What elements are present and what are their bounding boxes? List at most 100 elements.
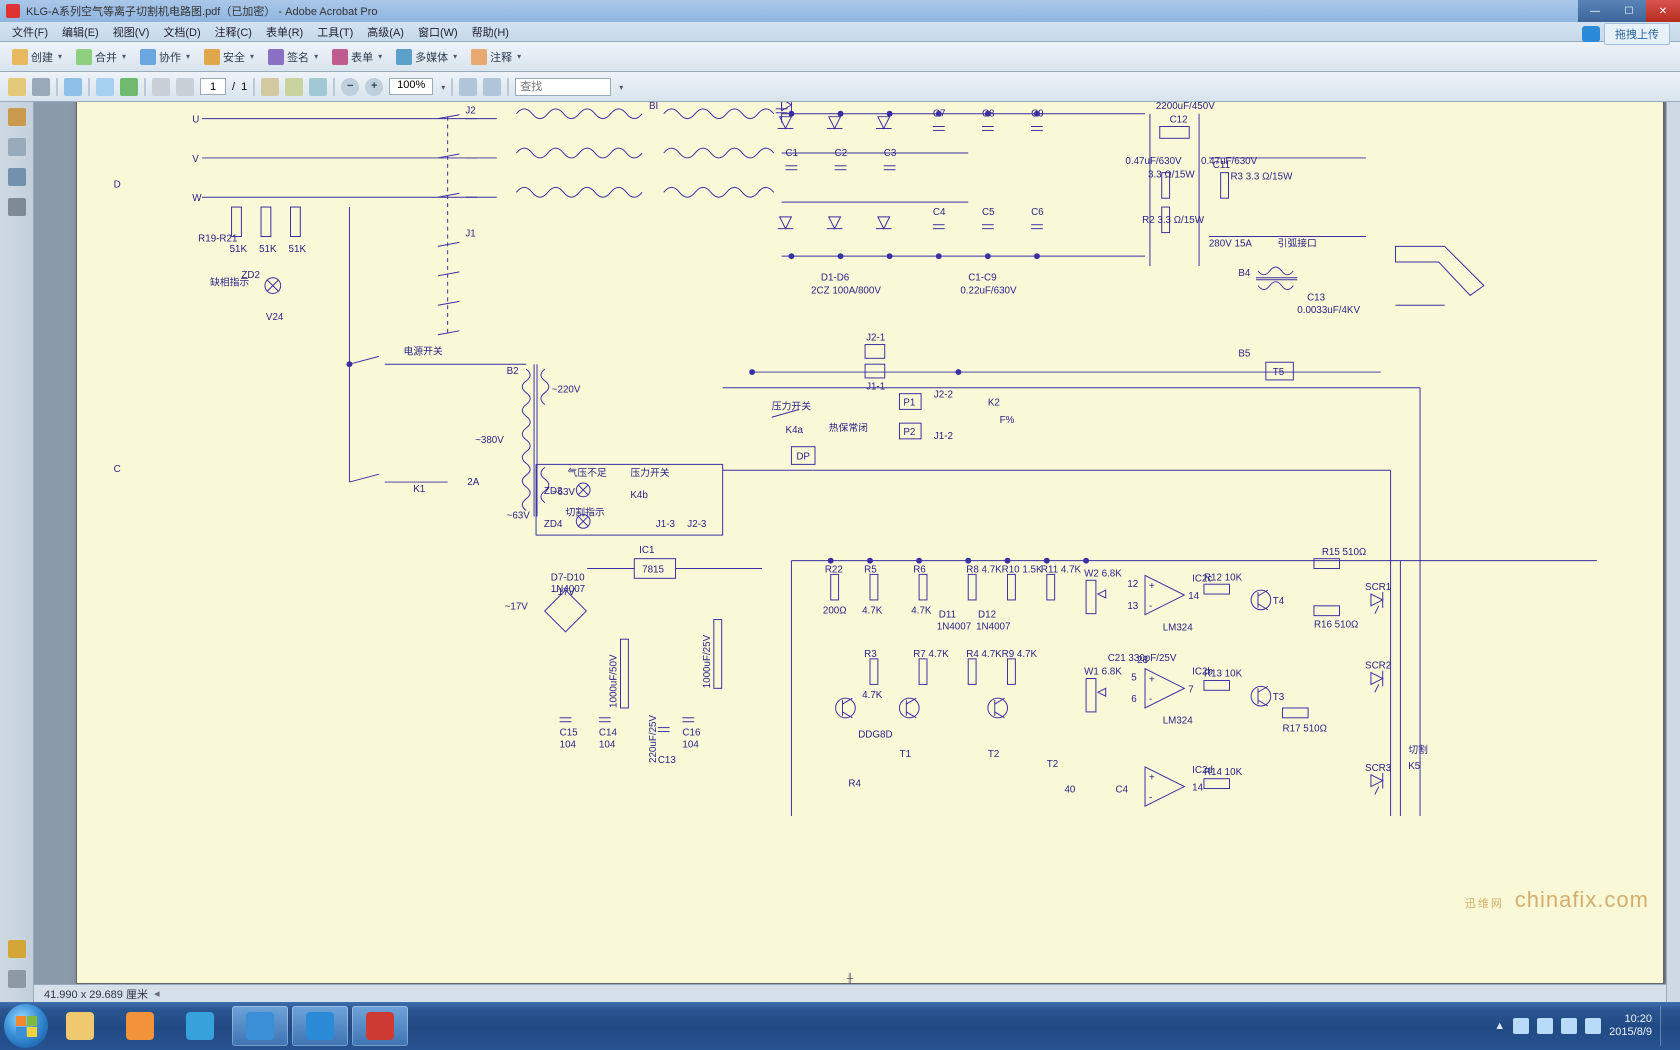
sign-button[interactable]: 签名 <box>264 47 322 67</box>
signatures-panel-icon[interactable] <box>8 198 26 216</box>
status-arrow-icon: ◂ <box>154 987 160 1000</box>
menu-forms[interactable]: 表单(R) <box>260 22 309 42</box>
upload-plugin-icon[interactable] <box>1582 26 1600 42</box>
task-manager-icon <box>186 1012 214 1040</box>
print-button[interactable] <box>32 78 50 96</box>
svg-text:J1: J1 <box>465 229 475 240</box>
zoom-in-button[interactable]: + <box>365 78 383 96</box>
svg-text:D7-D10: D7-D10 <box>551 572 585 583</box>
comment-button[interactable]: 注释 <box>467 47 525 67</box>
tray-volume-icon[interactable] <box>1561 1018 1577 1034</box>
menu-advanced[interactable]: 高级(A) <box>361 22 410 42</box>
menu-file[interactable]: 文件(F) <box>6 22 54 42</box>
svg-text:R11 4.7K: R11 4.7K <box>1041 564 1082 575</box>
window-maximize-button[interactable]: ☐ <box>1612 0 1646 22</box>
svg-text:R13 10K: R13 10K <box>1204 669 1243 680</box>
menu-help[interactable]: 帮助(H) <box>466 22 515 42</box>
webcapture-button[interactable] <box>120 78 138 96</box>
horizontal-thumb-icon[interactable]: ╫ <box>847 973 853 983</box>
next-page-button[interactable] <box>176 78 194 96</box>
prev-page-button[interactable] <box>152 78 170 96</box>
hand-tool[interactable] <box>285 78 303 96</box>
svg-text:R8 4.7K: R8 4.7K <box>966 564 1002 575</box>
tray-ime-icon[interactable] <box>1585 1018 1601 1034</box>
marquee-tool[interactable] <box>309 78 327 96</box>
svg-text:C14: C14 <box>599 727 618 738</box>
taskbar-task-manager[interactable] <box>172 1006 228 1046</box>
create-button[interactable]: 创建 <box>8 47 66 67</box>
window-close-button[interactable]: ✕ <box>1646 0 1680 22</box>
svg-text:压力开关: 压力开关 <box>772 399 811 412</box>
svg-text:B5: B5 <box>1238 348 1251 359</box>
svg-text:2A: 2A <box>467 477 479 488</box>
page-input[interactable] <box>200 78 226 95</box>
taskbar-explorer[interactable] <box>52 1006 108 1046</box>
pages-panel-icon[interactable] <box>8 138 26 156</box>
start-button[interactable] <box>4 1004 48 1048</box>
fit-page-button[interactable] <box>459 78 477 96</box>
zoom-caret[interactable] <box>439 81 445 93</box>
svg-text:280V 15A: 280V 15A <box>1209 238 1253 249</box>
menu-view[interactable]: 视图(V) <box>107 22 156 42</box>
help-panel-icon[interactable] <box>8 940 26 958</box>
secure-button[interactable]: 安全 <box>200 47 258 67</box>
taskbar-acrobat[interactable] <box>352 1006 408 1046</box>
email-button[interactable] <box>64 78 82 96</box>
pageview-button[interactable] <box>96 78 114 96</box>
svg-text:BI: BI <box>649 102 658 112</box>
svg-text:R12 10K: R12 10K <box>1204 572 1243 583</box>
window-minimize-button[interactable]: — <box>1578 0 1612 22</box>
menu-comments[interactable]: 注释(C) <box>209 22 258 42</box>
svg-text:+: + <box>1149 581 1155 592</box>
svg-text:T2: T2 <box>988 749 999 760</box>
find-input[interactable] <box>515 78 611 96</box>
multimedia-button[interactable]: 多媒体 <box>392 47 461 67</box>
svg-text:压力开关: 压力开关 <box>630 466 669 479</box>
select-tool[interactable] <box>261 78 279 96</box>
taskbar-ie[interactable] <box>232 1006 288 1046</box>
bookmarks-panel-icon[interactable] <box>8 168 26 186</box>
svg-text:104: 104 <box>560 739 577 750</box>
svg-text:R6: R6 <box>913 564 926 575</box>
merge-button[interactable]: 合并 <box>72 47 130 67</box>
svg-text:2200uF/450V: 2200uF/450V <box>1156 102 1215 112</box>
svg-text:K5: K5 <box>1408 761 1421 772</box>
tray-network-icon[interactable] <box>1537 1018 1553 1034</box>
open-button[interactable] <box>8 78 26 96</box>
taskbar-share[interactable] <box>292 1006 348 1046</box>
read-mode-button[interactable] <box>483 78 501 96</box>
menu-tools[interactable]: 工具(T) <box>311 22 359 42</box>
attachments-panel-icon[interactable] <box>8 970 26 988</box>
svg-text:D1-D6: D1-D6 <box>821 273 850 284</box>
document-page-wrap[interactable]: D C U V W R19-R21 51K 51K 51K 缺相指示 ZD2 V… <box>34 102 1666 984</box>
svg-text:104: 104 <box>599 739 616 750</box>
show-desktop-button[interactable] <box>1660 1006 1676 1046</box>
svg-text:-: - <box>1149 601 1152 612</box>
svg-text:51K: 51K <box>289 244 307 255</box>
security-panel-icon[interactable] <box>8 108 26 126</box>
collaborate-button[interactable]: 协作 <box>136 47 194 67</box>
tray-action-center-icon[interactable] <box>1513 1018 1529 1034</box>
menu-window[interactable]: 窗口(W) <box>412 22 464 42</box>
svg-text:4.7K: 4.7K <box>862 690 883 701</box>
svg-text:C: C <box>114 464 121 475</box>
zoom-value[interactable]: 100% <box>389 78 433 95</box>
tray-clock[interactable]: 10:202015/8/9 <box>1609 1013 1652 1038</box>
svg-text:C13: C13 <box>1307 292 1326 303</box>
menu-document[interactable]: 文档(D) <box>157 22 206 42</box>
svg-text:220uF/25V: 220uF/25V <box>648 715 659 763</box>
svg-text:热保常闭: 热保常闭 <box>829 421 868 434</box>
toolbar-primary: 创建 合并 协作 安全 签名 表单 多媒体 注释 <box>0 42 1680 72</box>
find-caret[interactable] <box>617 81 623 93</box>
tray-expand-icon[interactable]: ▲ <box>1494 1020 1505 1032</box>
svg-text:~220V: ~220V <box>552 385 581 396</box>
svg-text:切割: 切割 <box>1408 743 1428 756</box>
taskbar-media-player[interactable] <box>112 1006 168 1046</box>
svg-text:R14 10K: R14 10K <box>1204 767 1243 778</box>
svg-text:14: 14 <box>1188 591 1199 602</box>
svg-text:C1-C9: C1-C9 <box>968 273 996 284</box>
forms-button[interactable]: 表单 <box>328 47 386 67</box>
upload-plugin-label[interactable]: 拖拽上传 <box>1604 23 1670 45</box>
menu-edit[interactable]: 编辑(E) <box>56 22 105 42</box>
zoom-out-button[interactable]: − <box>341 78 359 96</box>
